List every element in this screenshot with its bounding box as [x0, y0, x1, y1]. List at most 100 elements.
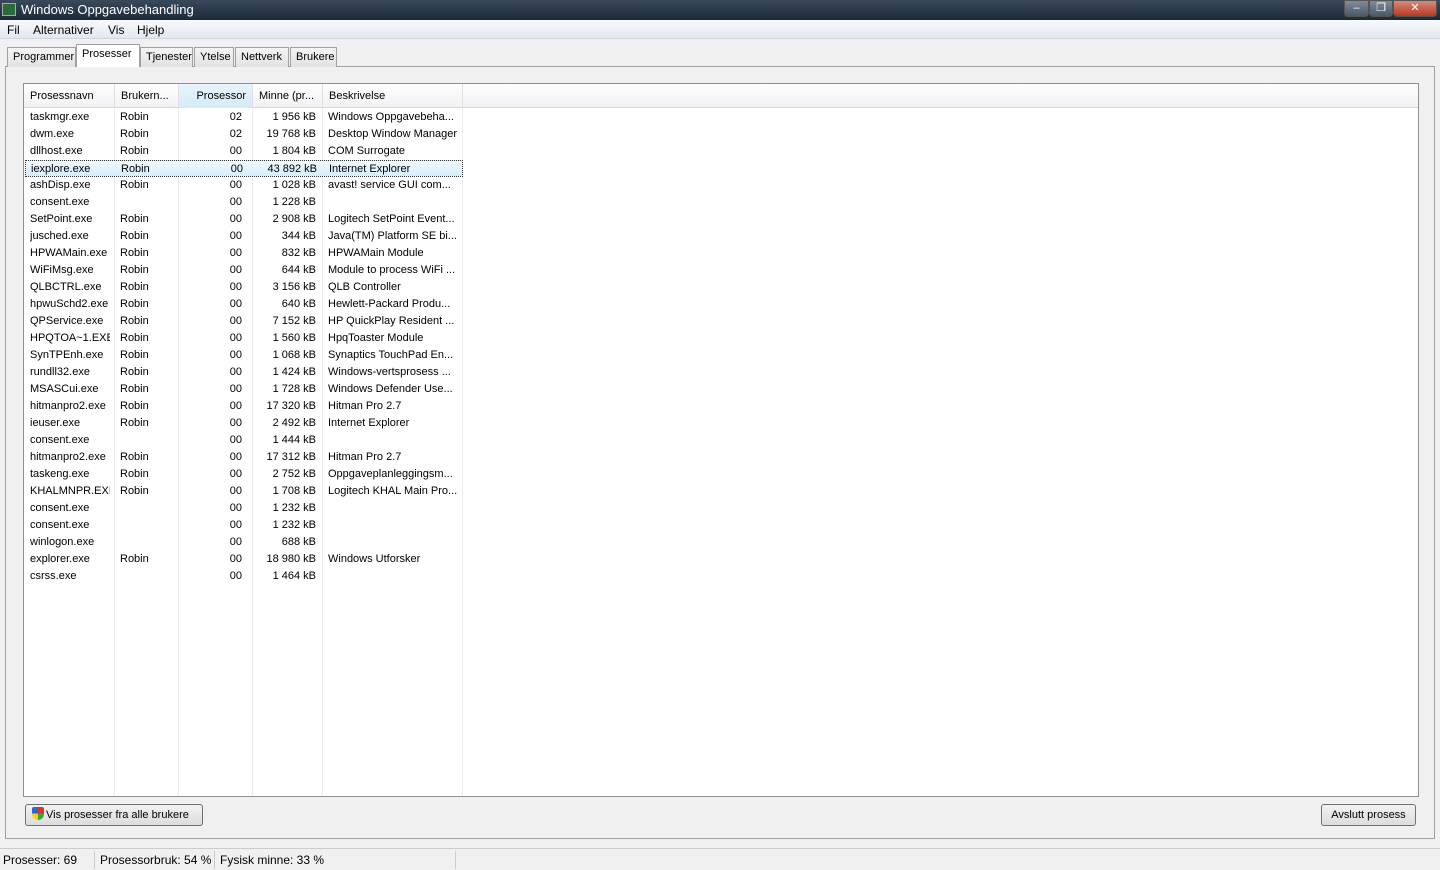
cell-process-name: explorer.exe — [30, 553, 90, 565]
table-row[interactable]: taskmgr.exe Robin 02 1 956 kB Windows Oppgav… — [25, 109, 463, 126]
cell-description: Windows-vertsprosess ... — [328, 366, 451, 378]
cell-memory: 2 752 kB — [272, 468, 316, 480]
cell-process-name: HPQTOA~1.EXE — [30, 332, 110, 344]
table-row[interactable]: jusched.exe Robin 00 344 kB Java(TM) Platfor… — [25, 228, 463, 245]
table-row[interactable]: rundll32.exe Robin 00 1 424 kB Windows-verts… — [25, 364, 463, 381]
cell-cpu: 00 — [229, 570, 242, 582]
table-row[interactable]: hitmanpro2.exe Robin 00 17 320 kB Hitman Pro… — [25, 398, 463, 415]
cell-memory: 1 028 kB — [272, 179, 316, 191]
cell-process-name: taskeng.exe — [30, 468, 90, 480]
table-row[interactable]: HPWAMain.exe Robin 00 832 kB HPWAMain Module — [25, 245, 463, 262]
column-header-cpu[interactable]: Prosessor — [179, 84, 253, 108]
table-row[interactable]: SynTPEnh.exe Robin 00 1 068 kB Synaptics Tou… — [25, 347, 463, 364]
cell-description: Logitech SetPoint Event... — [328, 213, 455, 225]
menu-vis[interactable]: Vis — [108, 23, 124, 37]
cell-cpu: 00 — [229, 230, 242, 242]
minimize-button[interactable]: – — [1344, 0, 1369, 17]
cell-user-name: Robin — [120, 298, 149, 310]
cell-memory: 1 444 kB — [272, 434, 316, 446]
table-row[interactable]: hpwuSchd2.exe Robin 00 640 kB Hewlett-Packar… — [25, 296, 463, 313]
cell-memory: 1 728 kB — [272, 383, 316, 395]
table-row[interactable]: csrss.exe 00 1 464 kB — [25, 568, 463, 585]
cell-user-name: Robin — [120, 366, 149, 378]
cell-process-name: hitmanpro2.exe — [30, 400, 106, 412]
tab-tjenester[interactable]: Tjenester — [140, 47, 193, 67]
table-row[interactable]: winlogon.exe 00 688 kB — [25, 534, 463, 551]
cell-memory: 1 232 kB — [272, 519, 316, 531]
cell-process-name: consent.exe — [30, 502, 90, 514]
table-row[interactable]: consent.exe 00 1 228 kB — [25, 194, 463, 211]
tab-ytelse[interactable]: Ytelse — [194, 47, 234, 67]
table-row[interactable]: consent.exe 00 1 444 kB — [25, 432, 463, 449]
cell-cpu: 00 — [229, 451, 242, 463]
cell-description: avast! service GUI com... — [328, 179, 451, 191]
table-row[interactable]: SetPoint.exe Robin 00 2 908 kB Logitech SetP… — [25, 211, 463, 228]
process-list[interactable]: Prosessnavn Brukern... Prosessor Minne (… — [23, 83, 1419, 797]
cell-memory: 3 156 kB — [272, 281, 316, 293]
cell-memory: 17 312 kB — [266, 451, 316, 463]
cell-memory: 1 956 kB — [272, 111, 316, 123]
cell-description: HP QuickPlay Resident ... — [328, 315, 455, 327]
show-all-users-button[interactable]: Vis prosesser fra alle brukere — [25, 804, 203, 826]
cell-description: HPWAMain Module — [328, 247, 424, 259]
tab-brukere[interactable]: Brukere — [290, 47, 337, 67]
status-cpu: Prosessorbruk: 54 % — [100, 853, 212, 867]
cell-process-name: winlogon.exe — [30, 536, 95, 548]
cell-memory: 1 228 kB — [272, 196, 316, 208]
table-row[interactable]: QPService.exe Robin 00 7 152 kB HP QuickPlay… — [25, 313, 463, 330]
end-process-button[interactable]: Avslutt prosess — [1321, 804, 1416, 826]
cell-cpu: 00 — [229, 468, 242, 480]
list-header: Prosessnavn Brukern... Prosessor Minne (… — [24, 84, 1418, 108]
status-processes: Prosesser: 69 — [3, 853, 78, 867]
cell-description: Windows Defender Use... — [328, 383, 453, 395]
menu-fil[interactable]: Fil — [7, 23, 20, 37]
cell-user-name: Robin — [120, 111, 149, 123]
cell-process-name: iexplore.exe — [31, 163, 91, 175]
table-row[interactable]: ashDisp.exe Robin 00 1 028 kB avast! service… — [25, 177, 463, 194]
table-row[interactable]: MSASCui.exe Robin 00 1 728 kB Windows Defend… — [25, 381, 463, 398]
column-header-user[interactable]: Brukern... — [115, 84, 179, 108]
cell-process-name: ieuser.exe — [30, 417, 81, 429]
cell-description: Oppgaveplanleggingsm... — [328, 468, 453, 480]
cell-memory: 688 kB — [281, 536, 316, 548]
cell-cpu: 00 — [230, 163, 243, 175]
table-row[interactable]: dllhost.exe Robin 00 1 804 kB COM Surrogate — [25, 143, 463, 160]
cell-cpu: 00 — [229, 383, 242, 395]
cell-process-name: jusched.exe — [30, 230, 89, 242]
close-button[interactable]: ✕ — [1393, 0, 1437, 17]
column-header-name[interactable]: Prosessnavn — [24, 84, 115, 108]
column-header-description[interactable]: Beskrivelse — [323, 84, 463, 108]
cell-process-name: consent.exe — [30, 196, 90, 208]
table-row[interactable]: iexplore.exe Robin 00 43 892 kB Internet Exp… — [25, 160, 463, 177]
cell-memory: 43 892 kB — [267, 163, 317, 175]
table-row[interactable]: WiFiMsg.exe Robin 00 644 kB Module to proces… — [25, 262, 463, 279]
table-row[interactable]: consent.exe 00 1 232 kB — [25, 517, 463, 534]
table-row[interactable]: hitmanpro2.exe Robin 00 17 312 kB Hitman Pro… — [25, 449, 463, 466]
maximize-button[interactable]: ❐ — [1369, 0, 1393, 17]
table-row[interactable]: QLBCTRL.exe Robin 00 3 156 kB QLB Controller — [25, 279, 463, 296]
cell-cpu: 00 — [229, 281, 242, 293]
cell-cpu: 00 — [229, 366, 242, 378]
cell-process-name: HPWAMain.exe — [30, 247, 108, 259]
table-row[interactable]: HPQTOA~1.EXE Robin 00 1 560 kB HpqToaster Mo… — [25, 330, 463, 347]
cell-description: Synaptics TouchPad En... — [328, 349, 454, 361]
table-row[interactable]: explorer.exe Robin 00 18 980 kB Windows Utfo… — [25, 551, 463, 568]
cell-cpu: 00 — [229, 315, 242, 327]
cell-user-name: Robin — [120, 230, 149, 242]
cell-cpu: 00 — [229, 519, 242, 531]
column-header-memory[interactable]: Minne (pr... — [253, 84, 323, 108]
menu-hjelp[interactable]: Hjelp — [137, 23, 164, 37]
table-row[interactable]: KHALMNPR.EXE Robin 00 1 708 kB Logitech KHAL… — [25, 483, 463, 500]
tab-prosesser[interactable]: Prosesser — [76, 44, 140, 67]
cell-cpu: 00 — [229, 247, 242, 259]
table-row[interactable]: taskeng.exe Robin 00 2 752 kB Oppgaveplanleg… — [25, 466, 463, 483]
table-row[interactable]: consent.exe 00 1 232 kB — [25, 500, 463, 517]
table-row[interactable]: dwm.exe Robin 02 19 768 kB Desktop Window Ma… — [25, 126, 463, 143]
tab-nettverk[interactable]: Nettverk — [235, 47, 289, 67]
tab-programmer[interactable]: Programmer — [7, 47, 76, 67]
menu-alternativer[interactable]: Alternativer — [33, 23, 94, 37]
cell-memory: 640 kB — [281, 298, 316, 310]
cell-process-name: rundll32.exe — [30, 366, 90, 378]
table-row[interactable]: ieuser.exe Robin 00 2 492 kB Internet Explor… — [25, 415, 463, 432]
cell-user-name: Robin — [120, 383, 149, 395]
